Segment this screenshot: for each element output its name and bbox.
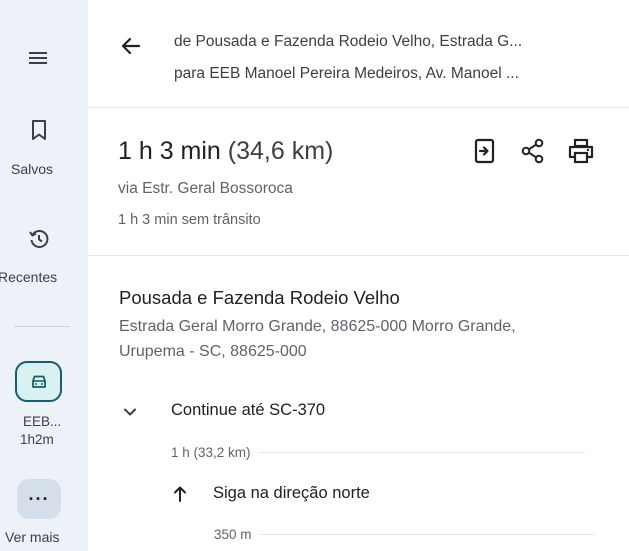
send-to-device-button[interactable] bbox=[470, 136, 500, 166]
more-dots-icon: ··· bbox=[28, 488, 50, 509]
more-button[interactable]: ··· bbox=[17, 479, 61, 519]
route-duration: 1 h 3 min bbox=[118, 137, 221, 165]
route-via: via Estr. Geral Bossoroca bbox=[118, 180, 293, 197]
side-rail: Salvos Recentes EEB... 1h2m ··· Ver mais bbox=[0, 0, 88, 551]
arrow-up-icon bbox=[174, 486, 186, 502]
send-to-device-icon bbox=[474, 138, 495, 164]
step-divider bbox=[259, 534, 594, 535]
car-icon bbox=[31, 375, 46, 388]
recent-button[interactable] bbox=[24, 224, 54, 254]
step-distance-row: 1 h (33,2 km) bbox=[171, 445, 585, 460]
back-button[interactable] bbox=[118, 33, 144, 59]
route-from[interactable]: de Pousada e Fazenda Rodeio Velho, Estra… bbox=[174, 33, 522, 51]
step-distance: 1 h (33,2 km) bbox=[171, 445, 251, 460]
chevron-down-icon bbox=[124, 408, 136, 416]
recent-label[interactable]: Recentes bbox=[0, 269, 57, 285]
print-button[interactable] bbox=[566, 136, 596, 166]
trip-label[interactable]: EEB... bbox=[23, 414, 61, 429]
menu-button[interactable] bbox=[22, 42, 54, 74]
step-distance-row: 350 m bbox=[214, 527, 594, 542]
directions-panel: de Pousada e Fazenda Rodeio Velho, Estra… bbox=[88, 0, 629, 551]
step-instruction: Siga na direção norte bbox=[213, 484, 370, 502]
saved-button[interactable] bbox=[24, 115, 54, 145]
share-button[interactable] bbox=[518, 136, 548, 166]
route-no-traffic-time: 1 h 3 min sem trânsito bbox=[118, 212, 261, 228]
step-group-toggle[interactable]: Continue até SC-370 bbox=[88, 398, 629, 428]
route-header: de Pousada e Fazenda Rodeio Velho, Estra… bbox=[88, 0, 629, 108]
share-icon bbox=[521, 138, 544, 164]
recent-trip-button[interactable] bbox=[15, 361, 62, 402]
route-distance: (34,6 km) bbox=[227, 137, 334, 165]
arrow-back-icon bbox=[121, 37, 141, 55]
menu-icon bbox=[29, 52, 47, 64]
route-to[interactable]: para EEB Manoel Pereira Medeiros, Av. Ma… bbox=[174, 65, 519, 83]
bookmark-icon bbox=[32, 120, 46, 140]
start-place-name[interactable]: Pousada e Fazenda Rodeio Velho bbox=[119, 287, 400, 309]
saved-label[interactable]: Salvos bbox=[11, 161, 53, 177]
rail-divider bbox=[14, 326, 70, 327]
step-instruction: Continue até SC-370 bbox=[171, 401, 326, 419]
trip-time: 1h2m bbox=[20, 432, 54, 447]
more-label[interactable]: Ver mais bbox=[5, 529, 59, 545]
history-icon bbox=[29, 230, 49, 248]
route-summary: 1 h 3 min (34,6 km) via Estr. Geral Boss… bbox=[88, 108, 629, 256]
step-divider bbox=[258, 452, 585, 453]
print-icon bbox=[568, 138, 594, 164]
step-item[interactable]: Siga na direção norte bbox=[88, 480, 629, 510]
step-distance: 350 m bbox=[214, 527, 252, 542]
route-duration-distance: 1 h 3 min (34,6 km) bbox=[118, 137, 333, 166]
start-place-address: Estrada Geral Morro Grande, 88625-000 Mo… bbox=[119, 318, 516, 360]
